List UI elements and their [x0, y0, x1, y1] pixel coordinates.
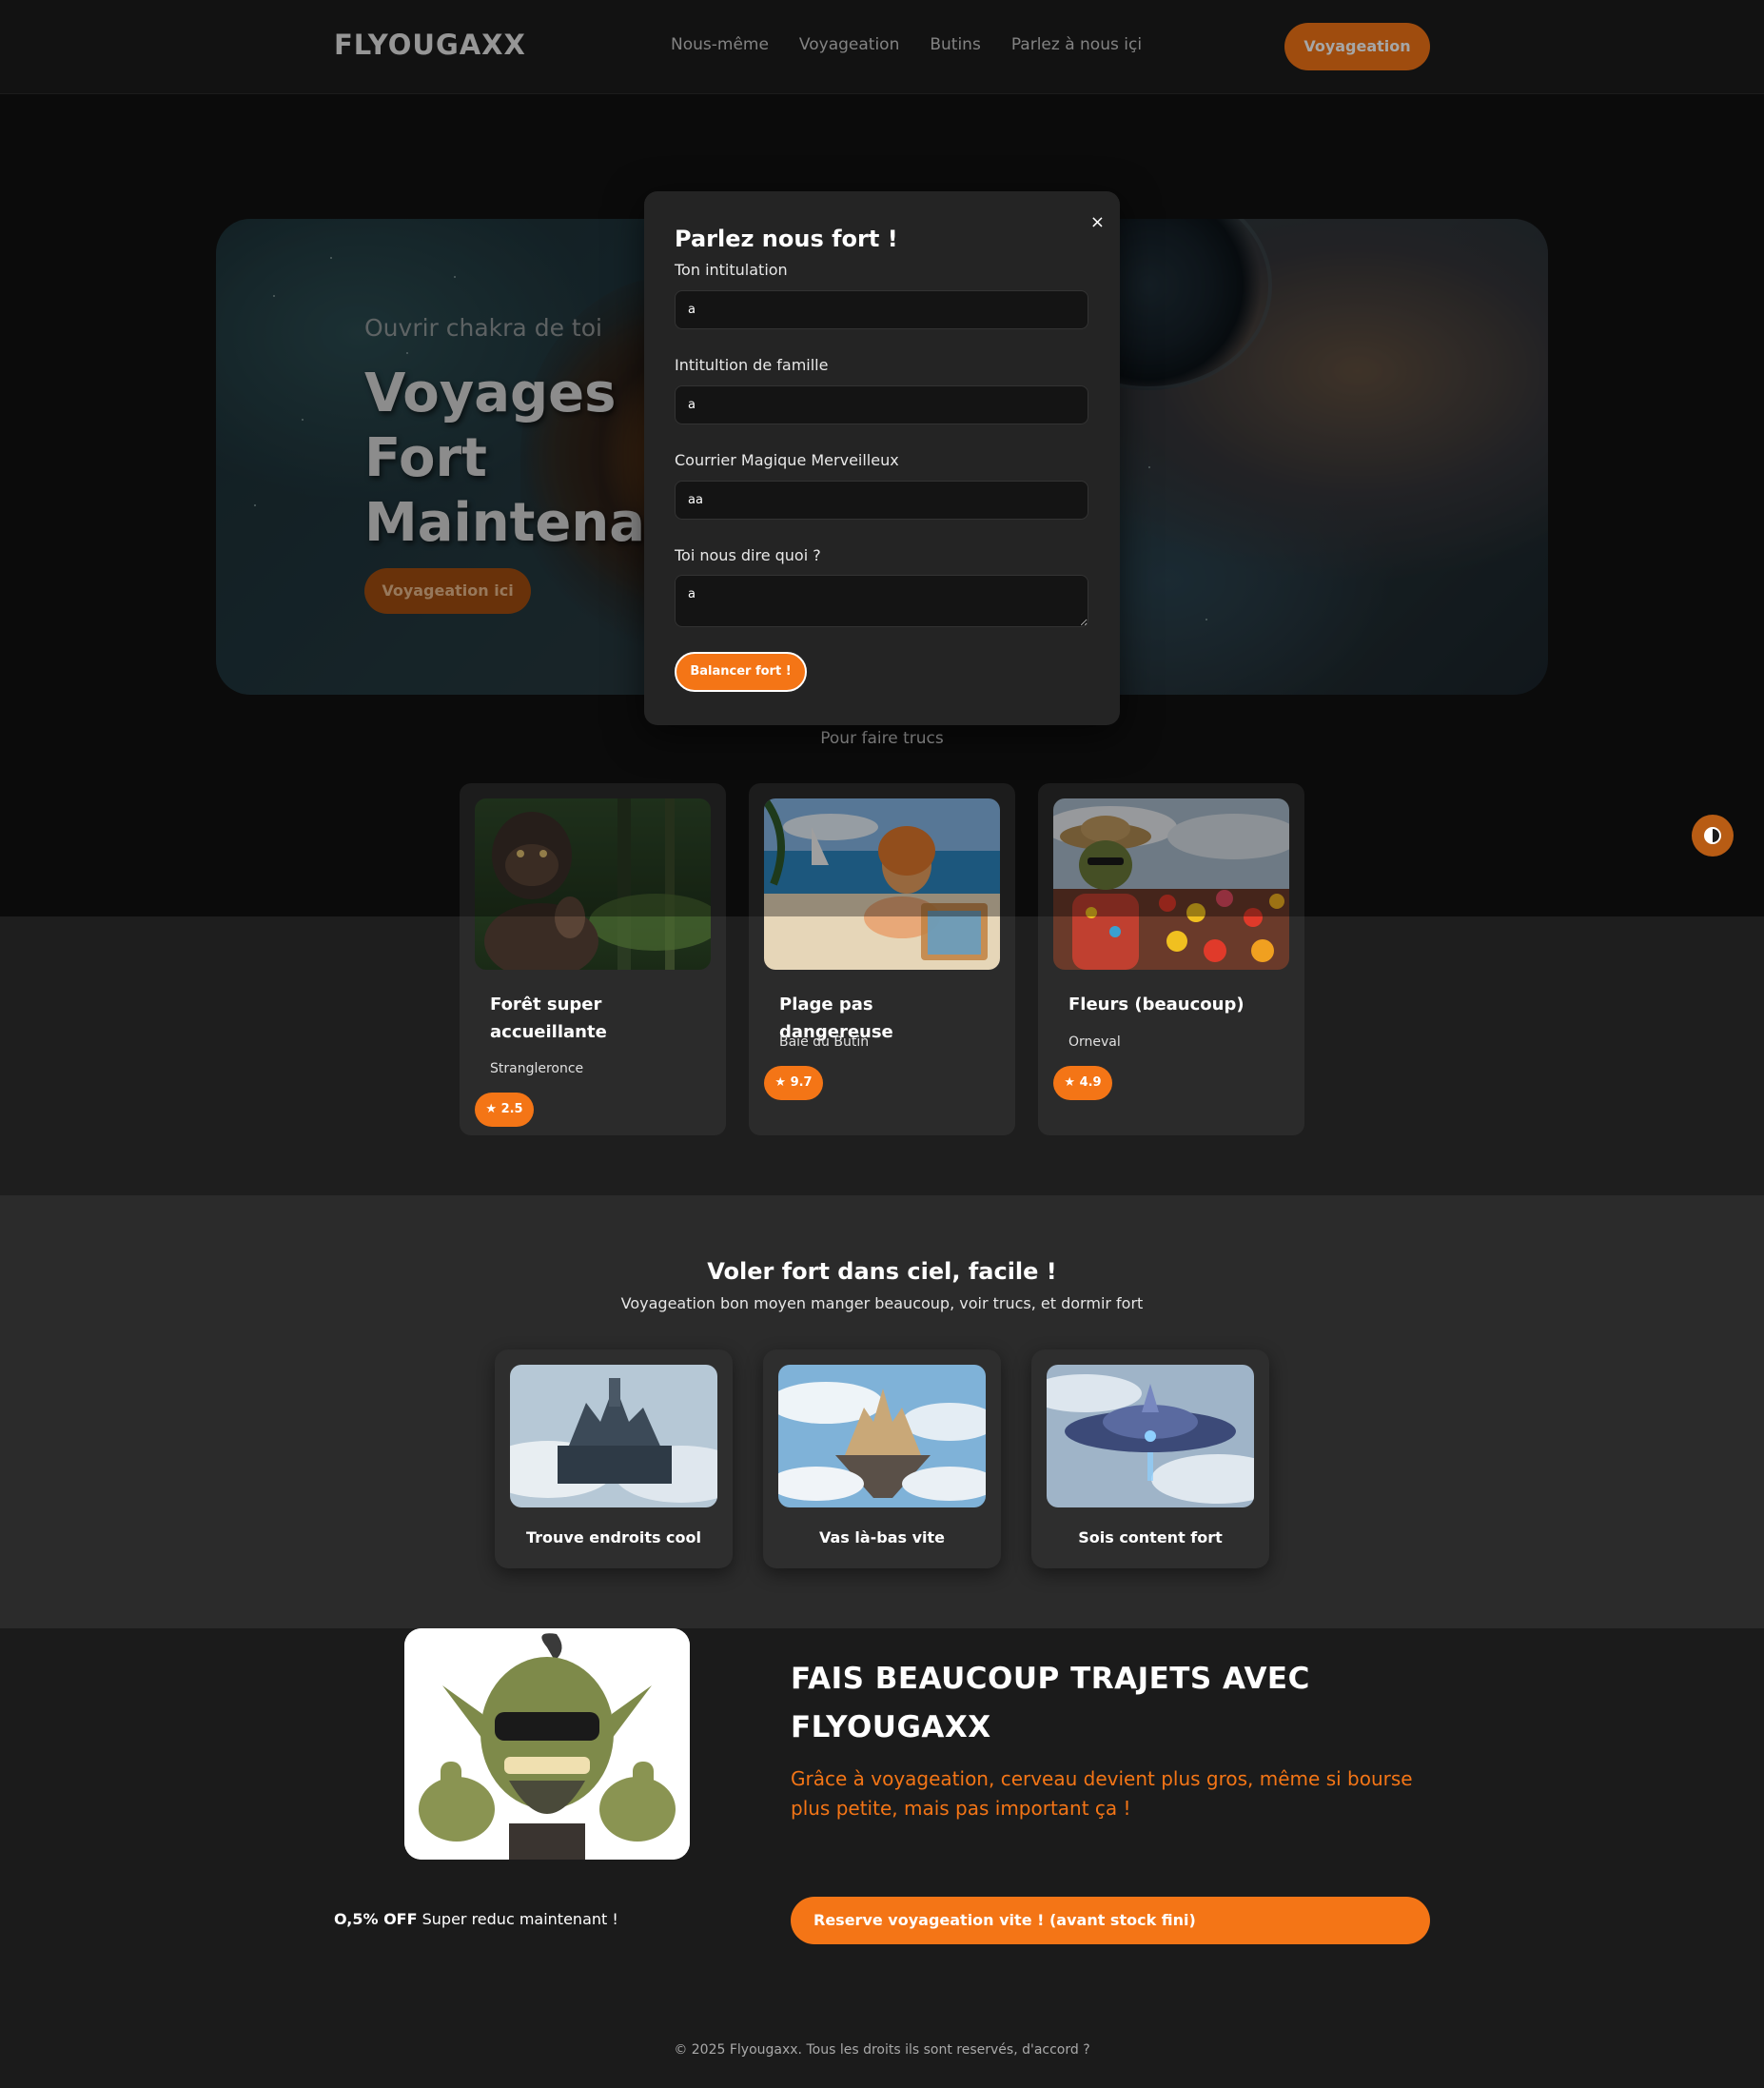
footer-copyright: © 2025 Flyougaxx. Tous les droits ils so… [674, 2042, 1090, 2058]
features-subtitle: Voyageation bon moyen manger beaucoup, v… [620, 1294, 1144, 1312]
features-title: Voler fort dans ciel, facile ! [707, 1258, 1057, 1285]
destination-location: Baie du Butin [779, 1034, 870, 1050]
email-input[interactable] [675, 481, 1088, 520]
feature-label: Vas là-bas vite [818, 1528, 946, 1546]
destination-location: Strangleronce [490, 1061, 584, 1076]
feature-card[interactable]: Trouve endroits cool [495, 1349, 733, 1568]
last-name-label: Intitultion de famille [675, 356, 829, 374]
feature-card[interactable]: Vas là-bas vite [763, 1349, 1001, 1568]
discount-amount: O,5% OFF [334, 1910, 418, 1928]
theme-toggle-icon [1704, 827, 1721, 844]
last-name-input[interactable] [675, 385, 1088, 424]
first-name-label: Ton intitulation [675, 261, 788, 279]
rating-badge: ★ 9.7 [764, 1066, 823, 1100]
airship-image [1047, 1365, 1254, 1507]
close-icon[interactable]: × [1090, 212, 1105, 232]
goblin-thumbs-up-image [404, 1628, 690, 1860]
feature-card[interactable]: Sois content fort [1031, 1349, 1269, 1568]
contact-modal: × Parlez nous fort ! Ton intitulation In… [644, 191, 1120, 725]
destination-location: Orneval [1068, 1034, 1121, 1050]
email-label: Courrier Magique Merveilleux [675, 451, 899, 469]
submit-button[interactable]: Balancer fort ! [675, 652, 807, 692]
promo-text: Grâce à voyageation, cerveau devient plu… [791, 1767, 1413, 1820]
rating-badge: ★ 2.5 [475, 1093, 534, 1127]
rating-badge: ★ 4.9 [1053, 1066, 1112, 1100]
modal-title: Parlez nous fort ! [675, 226, 898, 252]
discount-label: Super reduc maintenant ! [417, 1910, 618, 1928]
destination-title: Fleurs (beaucoup) [1068, 995, 1245, 1014]
destination-title: Forêt super accueillante [490, 995, 607, 1042]
promo-title: FAIS BEAUCOUP TRAJETS AVEC FLYOUGAXX [791, 1662, 1310, 1744]
floating-city-image [510, 1365, 717, 1507]
message-label: Toi nous dire quoi ? [675, 546, 821, 564]
features-section: Voler fort dans ciel, facile ! Voyageati… [0, 1195, 1764, 1628]
theme-toggle-button[interactable] [1692, 815, 1734, 857]
message-textarea[interactable]: a [675, 575, 1088, 627]
sky-castle-image [778, 1365, 986, 1507]
feature-label: Trouve endroits cool [525, 1528, 702, 1546]
promo-section: FAIS BEAUCOUP TRAJETS AVEC FLYOUGAXX Grâ… [0, 1628, 1764, 2088]
reserve-button[interactable]: Reserve voyageation vite ! (avant stock … [791, 1897, 1430, 1944]
feature-label: Sois content fort [1078, 1528, 1223, 1546]
first-name-input[interactable] [675, 290, 1088, 329]
destinations-caption: Pour faire trucs [820, 729, 944, 748]
discount-text: O,5% OFF Super reduc maintenant ! [334, 1910, 618, 1928]
